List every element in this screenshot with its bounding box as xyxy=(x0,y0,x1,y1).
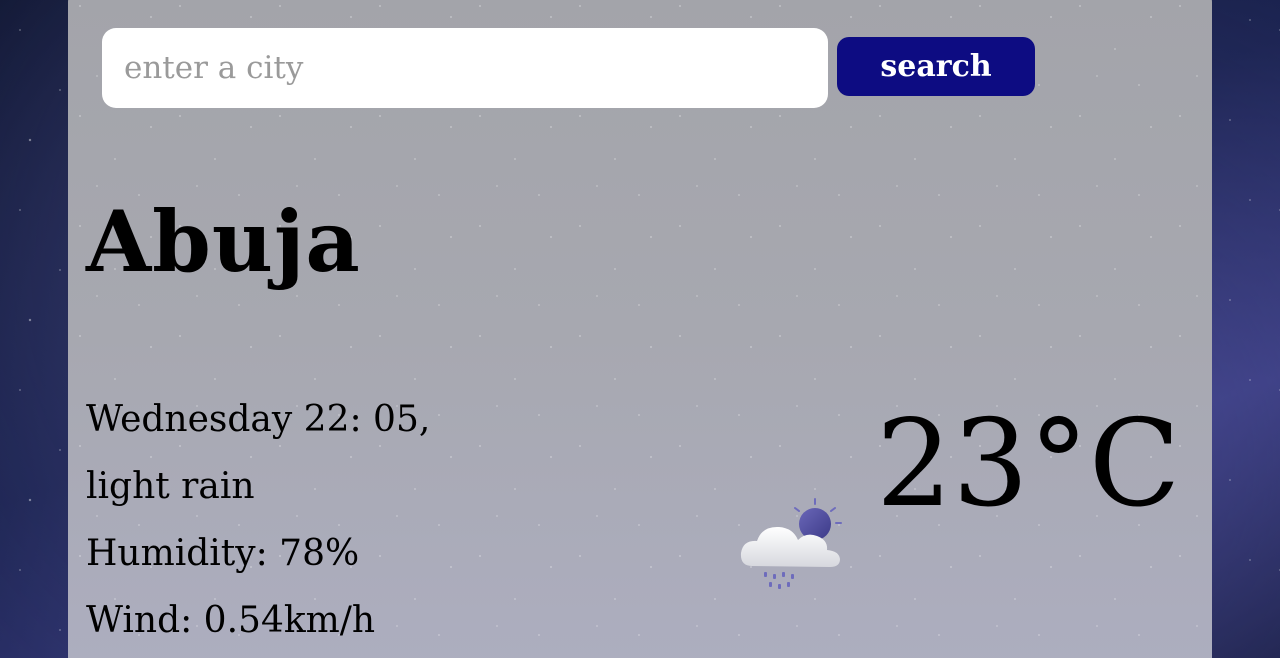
search-button[interactable]: search xyxy=(837,37,1035,96)
temperature: 23°C xyxy=(876,395,1181,534)
weather-description: light rain xyxy=(86,466,255,507)
weather-details: Wednesday 22: 05, light rain Humidity: 7… xyxy=(86,386,430,654)
light-rain-night-icon xyxy=(740,498,842,589)
wind-speed: Wind: 0.54km/h xyxy=(86,600,376,641)
city-search-input[interactable] xyxy=(102,28,828,108)
date-time: Wednesday 22: 05, xyxy=(86,399,431,440)
city-name: Abuja xyxy=(86,192,361,291)
humidity: Humidity: 78% xyxy=(86,533,360,574)
